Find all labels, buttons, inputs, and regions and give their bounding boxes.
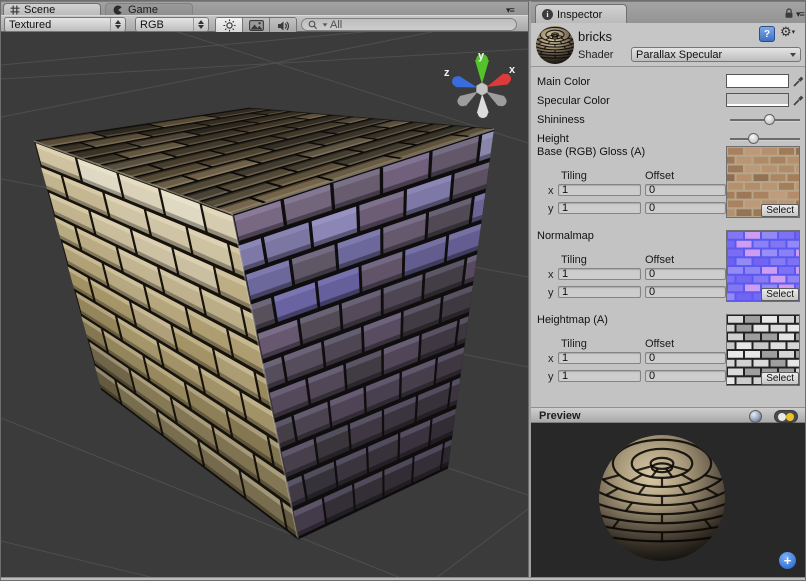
preview-sphere-button[interactable] bbox=[749, 410, 762, 423]
property-row-shininess: Shininess bbox=[531, 111, 806, 129]
base-tiling-x-input[interactable] bbox=[558, 184, 641, 196]
scene-viewport[interactable]: y x z bbox=[1, 32, 528, 577]
tab-inspector-label: Inspector bbox=[557, 9, 602, 21]
svg-text:z: z bbox=[444, 67, 450, 79]
material-sphere-thumbnail[interactable] bbox=[535, 25, 575, 65]
base-select-button[interactable]: Select bbox=[761, 204, 799, 217]
heightmap-tiling-y-input[interactable] bbox=[558, 370, 641, 382]
normalmap-select-button[interactable]: Select bbox=[761, 288, 799, 301]
preview-bar: Preview bbox=[531, 407, 806, 423]
heightmap-tiling-x-input[interactable] bbox=[558, 352, 641, 364]
svg-text:x: x bbox=[509, 64, 516, 76]
heightmap-select-button[interactable]: Select bbox=[761, 372, 799, 385]
inspector-panel: i Inspector ▾≡ bricks Shader Parallax Sp… bbox=[531, 1, 806, 577]
heightmap-label: Heightmap (A) bbox=[537, 314, 608, 326]
normalmap-tiling-y-input[interactable] bbox=[558, 286, 641, 298]
preview-sphere bbox=[531, 423, 806, 577]
normalmap-offset-y-input[interactable] bbox=[645, 286, 726, 298]
window-bottom-strip bbox=[1, 577, 806, 581]
base-texture-thumbnail[interactable]: Select bbox=[726, 146, 800, 218]
channel-dropdown[interactable]: RGB bbox=[135, 17, 209, 32]
material-header: bricks Shader Parallax Specular ? ⚙▾ bbox=[531, 23, 806, 67]
preview-title: Preview bbox=[539, 410, 581, 422]
base-offset-y-input[interactable] bbox=[645, 202, 726, 214]
scene-grid-icon bbox=[10, 5, 20, 15]
shader-label: Shader bbox=[578, 49, 613, 61]
material-name: bricks bbox=[578, 29, 612, 44]
sun-icon bbox=[223, 19, 236, 32]
audio-toggle-button[interactable] bbox=[270, 18, 296, 33]
heightmap-texture-thumbnail[interactable]: Select bbox=[726, 314, 800, 386]
gear-icon[interactable]: ⚙▾ bbox=[780, 24, 795, 40]
tiling-header: Tiling bbox=[561, 170, 587, 182]
preview-lighting-button[interactable] bbox=[774, 410, 798, 423]
speaker-icon bbox=[277, 20, 290, 32]
help-icon[interactable]: ? bbox=[759, 26, 775, 42]
offset-header: Offset bbox=[645, 338, 674, 350]
skybox-toggle-button[interactable] bbox=[243, 18, 270, 33]
map-section-normalmap: Normalmap Tiling Offset x y Select bbox=[531, 228, 806, 312]
slider-thumb[interactable] bbox=[764, 114, 775, 125]
offset-header: Offset bbox=[645, 254, 674, 266]
search-filter-arrow-icon[interactable] bbox=[323, 23, 328, 26]
specular-color-swatch[interactable] bbox=[726, 93, 789, 107]
shininess-label: Shininess bbox=[537, 114, 585, 126]
map-section-heightmap: Heightmap (A) Tiling Offset x y Select bbox=[531, 312, 806, 396]
channel-value: RGB bbox=[140, 19, 164, 31]
updown-arrows-icon bbox=[110, 18, 121, 31]
shader-value: Parallax Specular bbox=[636, 49, 722, 61]
specular-color-label: Specular Color bbox=[537, 95, 610, 107]
axis-gizmo[interactable]: y x z bbox=[444, 50, 516, 118]
property-row-main-color: Main Color bbox=[531, 73, 806, 91]
updown-arrows-icon bbox=[193, 18, 204, 31]
lighting-toggle-button[interactable] bbox=[216, 18, 243, 33]
base-tiling-y-input[interactable] bbox=[558, 202, 641, 214]
normalmap-label: Normalmap bbox=[537, 230, 594, 242]
normalmap-offset-x-input[interactable] bbox=[645, 268, 726, 280]
main-color-swatch[interactable] bbox=[726, 74, 789, 88]
main-color-label: Main Color bbox=[537, 76, 590, 88]
info-icon: i bbox=[542, 9, 553, 20]
scene-panel-menu-icon[interactable]: ▾≡ bbox=[506, 6, 514, 15]
image-icon bbox=[249, 20, 264, 31]
shininess-slider[interactable] bbox=[730, 111, 800, 129]
tiling-header: Tiling bbox=[561, 338, 587, 350]
shader-dropdown[interactable]: Parallax Specular bbox=[631, 47, 801, 62]
normalmap-tiling-x-input[interactable] bbox=[558, 268, 641, 280]
render-mode-dropdown[interactable]: Textured bbox=[4, 17, 126, 32]
inspector-panel-menu-icon[interactable]: ▾≡ bbox=[796, 10, 804, 19]
tiling-header: Tiling bbox=[561, 254, 587, 266]
scene-toolbar: Textured RGB bbox=[1, 15, 528, 32]
render-mode-value: Textured bbox=[9, 19, 51, 31]
scene-tabstrip: Scene Game ▾≡ bbox=[1, 1, 528, 15]
unity-editor-window: Scene Game ▾≡ Textured RGB bbox=[0, 0, 806, 581]
svg-text:y: y bbox=[478, 50, 485, 62]
normalmap-texture-thumbnail[interactable]: Select bbox=[726, 230, 800, 302]
eyedropper-icon[interactable] bbox=[792, 93, 805, 107]
lock-icon[interactable] bbox=[783, 7, 795, 19]
slider-thumb[interactable] bbox=[748, 133, 759, 144]
property-row-specular-color: Specular Color bbox=[531, 92, 806, 110]
search-icon bbox=[308, 20, 320, 30]
scene-search-box bbox=[301, 18, 517, 31]
offset-header: Offset bbox=[645, 170, 674, 182]
tab-inspector[interactable]: i Inspector bbox=[535, 4, 627, 24]
add-button[interactable]: + bbox=[779, 552, 796, 569]
base-map-label: Base (RGB) Gloss (A) bbox=[537, 146, 645, 158]
eyedropper-icon[interactable] bbox=[792, 74, 805, 88]
material-preview-area[interactable]: + bbox=[531, 423, 806, 577]
map-section-base: Base (RGB) Gloss (A) Tiling Offset x y S… bbox=[531, 144, 806, 228]
heightmap-offset-x-input[interactable] bbox=[645, 352, 726, 364]
search-input[interactable] bbox=[330, 19, 510, 31]
scene-3d-view[interactable]: y x z bbox=[1, 32, 528, 577]
inspector-tabstrip: i Inspector ▾≡ bbox=[531, 1, 806, 23]
heightmap-offset-y-input[interactable] bbox=[645, 370, 726, 382]
base-offset-x-input[interactable] bbox=[645, 184, 726, 196]
scene-panel: Scene Game ▾≡ Textured RGB bbox=[1, 1, 528, 577]
